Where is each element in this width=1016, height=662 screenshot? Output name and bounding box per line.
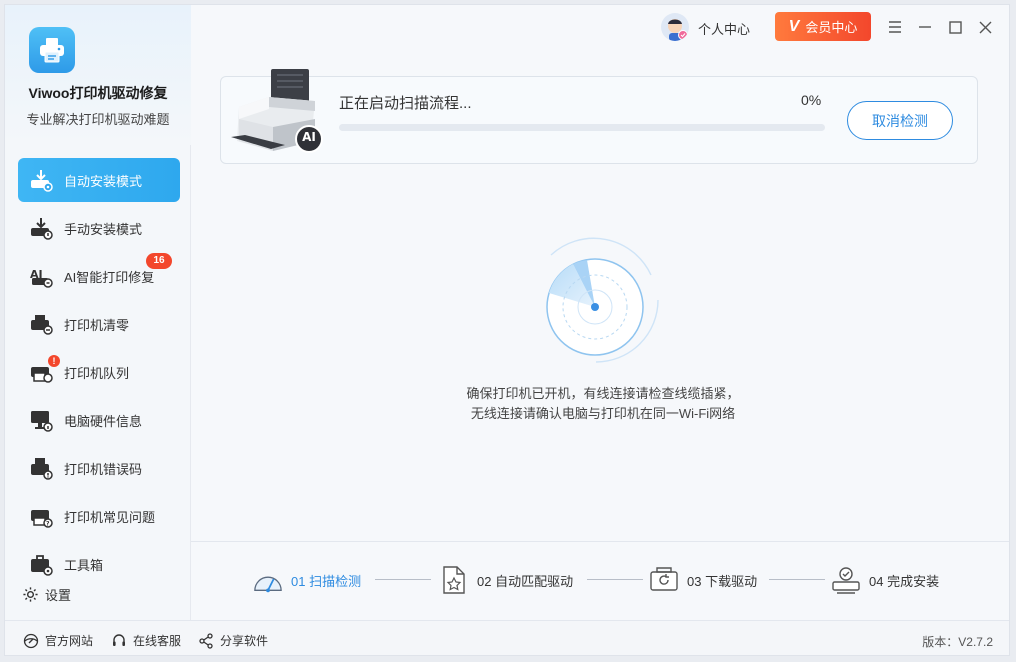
sidebar-item-faq[interactable]: ? 打印机常见问题 xyxy=(18,494,180,538)
brand-header: Viwoo打印机驱动修复 专业解决打印机驱动难题 xyxy=(5,5,191,145)
step-label: 01 扫描检测 xyxy=(291,573,362,589)
step-complete-install: 04 完成安装 xyxy=(831,565,939,595)
auto-install-icon xyxy=(28,167,54,193)
user-avatar[interactable] xyxy=(661,13,689,41)
sidebar-item-label: 工具箱 xyxy=(64,557,104,573)
printer-reset-icon xyxy=(28,311,54,337)
step-connector xyxy=(769,579,825,580)
install-check-icon xyxy=(831,565,861,595)
scan-progress-bar xyxy=(339,124,825,131)
faq-icon: ? xyxy=(28,503,54,529)
notification-badge: 16 xyxy=(146,253,172,269)
sidebar-item-label: AI智能打印修复 xyxy=(64,269,155,285)
sidebar-item-label: 打印机常见问题 xyxy=(64,509,156,525)
sidebar-item-label: 自动安装模式 xyxy=(64,173,143,189)
error-code-icon xyxy=(28,455,54,481)
step-label: 04 完成安装 xyxy=(869,573,940,589)
menu-icon[interactable] xyxy=(885,17,905,37)
toolbox-icon xyxy=(28,551,54,577)
app-window: Viwoo打印机驱动修复 专业解决打印机驱动难题 自动安装模式 手动安装模式 A… xyxy=(4,4,1010,656)
minimize-icon[interactable] xyxy=(915,17,935,37)
sidebar-item-auto-install[interactable]: 自动安装模式 xyxy=(18,158,180,202)
sidebar: Viwoo打印机驱动修复 专业解决打印机驱动难题 自动安装模式 手动安装模式 A… xyxy=(5,5,191,620)
settings-label: 设置 xyxy=(45,588,72,603)
title-bar: 个人中心 V 会员中心 xyxy=(191,5,1009,49)
sidebar-item-ai-repair[interactable]: AI AI智能打印修复 16 xyxy=(18,253,180,298)
maximize-icon[interactable] xyxy=(945,17,965,37)
close-icon[interactable] xyxy=(975,17,995,37)
radar-scan-icon xyxy=(531,235,661,365)
share-icon xyxy=(199,632,213,649)
online-support-link[interactable]: 在线客服 xyxy=(111,632,181,649)
vip-center-button[interactable]: V 会员中心 xyxy=(775,12,871,41)
hint-line-2: 无线连接请确认电脑与打印机在同一Wi-Fi网络 xyxy=(470,406,736,421)
share-software-link[interactable]: 分享软件 xyxy=(198,632,268,649)
scan-progress-card: AI 正在启动扫描流程... 0% 取消检测 xyxy=(220,69,978,164)
sidebar-item-printer-queue[interactable]: ! 打印机队列 xyxy=(18,350,180,394)
step-scan: 01 扫描检测 xyxy=(253,565,361,595)
headset-icon xyxy=(113,633,125,646)
sidebar-item-manual-install[interactable]: 手动安装模式 xyxy=(18,206,180,250)
sidebar-item-label: 打印机队列 xyxy=(64,365,130,381)
sidebar-item-printer-reset[interactable]: 打印机清零 xyxy=(18,302,180,346)
sidebar-item-label: 电脑硬件信息 xyxy=(64,413,143,429)
app-subtitle: 专业解决打印机驱动难题 xyxy=(26,112,170,127)
step-connector xyxy=(375,579,431,580)
footer: 官方网站 在线客服 分享软件 版本：V2.7.2 xyxy=(5,620,1009,655)
hint-line-1: 确保打印机已开机，有线连接请检查线缆插紧， xyxy=(466,386,740,401)
steps-divider xyxy=(191,541,1009,542)
step-download-driver: 03 下载驱动 xyxy=(649,565,757,595)
ai-badge-label: AI xyxy=(302,130,316,144)
sidebar-item-toolbox[interactable]: 工具箱 xyxy=(18,542,180,586)
personal-center-link[interactable]: 个人中心 xyxy=(698,19,750,38)
cancel-scan-button[interactable]: 取消检测 xyxy=(847,101,953,140)
printer-illustration: AI xyxy=(229,67,325,159)
sidebar-item-label: 打印机清零 xyxy=(64,317,130,333)
online-support-label: 在线客服 xyxy=(133,634,182,648)
share-software-label: 分享软件 xyxy=(220,634,269,648)
scan-status-text: 正在启动扫描流程... xyxy=(339,95,472,112)
step-match-driver: 02 自动匹配驱动 xyxy=(439,565,573,595)
step-label: 02 自动匹配驱动 xyxy=(477,573,574,589)
official-website-link[interactable]: 官方网站 xyxy=(23,632,93,649)
sidebar-nav: 自动安装模式 手动安装模式 AI AI智能打印修复 16 打印机清零 ! 打印机… xyxy=(18,158,180,590)
document-star-icon xyxy=(439,565,469,595)
gear-icon xyxy=(23,587,38,602)
vip-label: 会员中心 xyxy=(805,20,858,35)
version-label: 版本：V2.7.2 xyxy=(922,635,993,649)
vip-icon: V xyxy=(788,17,800,35)
settings-button[interactable]: 设置 xyxy=(22,585,71,604)
globe-icon xyxy=(23,633,39,648)
ai-repair-icon: AI xyxy=(28,263,54,289)
step-connector xyxy=(587,579,643,580)
monitor-icon xyxy=(28,407,54,433)
sidebar-item-label: 打印机错误码 xyxy=(64,461,143,477)
app-name: Viwoo打印机驱动修复 xyxy=(28,85,168,101)
sidebar-item-error-codes[interactable]: 打印机错误码 xyxy=(18,446,180,490)
svg-text:?: ? xyxy=(46,521,50,528)
official-website-label: 官方网站 xyxy=(45,634,94,648)
sidebar-item-hardware-info[interactable]: 电脑硬件信息 xyxy=(18,398,180,442)
manual-install-icon xyxy=(28,215,54,241)
sidebar-item-label: 手动安装模式 xyxy=(64,221,143,237)
scan-percent: 0% xyxy=(801,92,822,108)
alert-badge: ! xyxy=(48,355,60,367)
download-refresh-icon xyxy=(649,565,679,595)
app-logo-icon xyxy=(29,27,75,73)
gauge-icon xyxy=(253,565,283,595)
step-label: 03 下载驱动 xyxy=(687,573,758,589)
